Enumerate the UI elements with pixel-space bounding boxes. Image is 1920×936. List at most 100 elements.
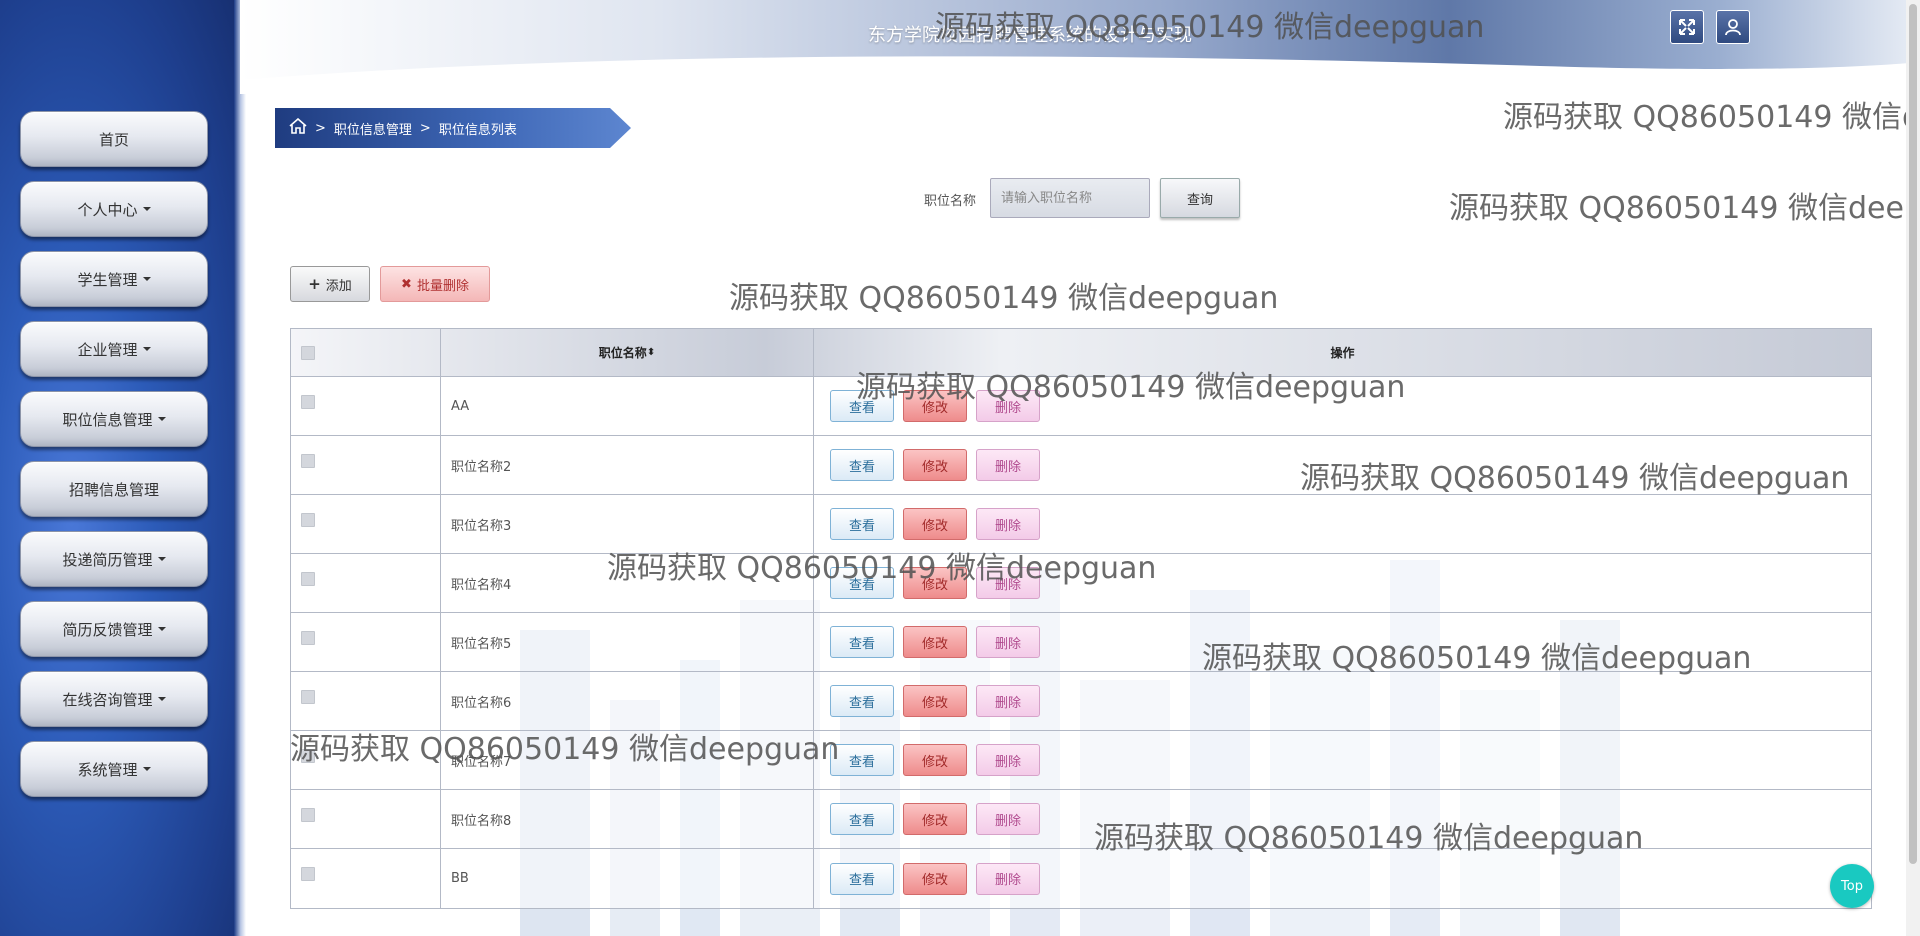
table-row: AA 查看 修改 删除: [291, 377, 1871, 436]
ops-cell: 查看 修改 删除: [814, 613, 1871, 671]
row-checkbox[interactable]: [301, 867, 315, 881]
scrollbar[interactable]: [1906, 0, 1920, 936]
chevron-down-icon: [142, 347, 151, 351]
sidebar-item[interactable]: 在线咨询管理: [20, 671, 208, 727]
select-all-checkbox-cell: [291, 329, 441, 376]
ops-cell: 查看 修改 删除: [814, 436, 1871, 494]
row-checkbox[interactable]: [301, 513, 315, 527]
sidebar-item[interactable]: 系统管理: [20, 741, 208, 797]
row-checkbox[interactable]: [301, 690, 315, 704]
plus-icon: +: [308, 275, 321, 293]
watermark: 源码获取 QQ86050149 微信deepguan: [1449, 191, 1920, 226]
chevron-down-icon: [157, 417, 166, 421]
row-checkbox-cell: [291, 554, 441, 612]
breadcrumb-separator: >: [315, 120, 326, 136]
add-button[interactable]: + 添加: [290, 266, 370, 302]
back-to-top-button[interactable]: Top: [1830, 864, 1874, 908]
row-checkbox[interactable]: [301, 454, 315, 468]
view-button[interactable]: 查看: [830, 685, 894, 717]
sidebar-item-label: 简历反馈管理: [62, 620, 153, 639]
edit-button[interactable]: 修改: [903, 744, 967, 776]
row-checkbox[interactable]: [301, 395, 315, 409]
table-row: 职位名称2 查看 修改 删除: [291, 436, 1871, 495]
column-header-ops: 操作: [1330, 346, 1355, 360]
delete-button[interactable]: 删除: [976, 567, 1040, 599]
sidebar-item[interactable]: 简历反馈管理: [20, 601, 208, 657]
batch-delete-label: 批量删除: [416, 278, 469, 294]
view-button[interactable]: 查看: [830, 862, 894, 895]
column-header-name[interactable]: 职位名称 ⬍: [441, 329, 814, 376]
chevron-down-icon: [157, 557, 166, 561]
job-name-cell: 职位名称6: [441, 672, 814, 730]
table-header: 职位名称 ⬍ 操作: [291, 329, 1871, 377]
delete-button[interactable]: 删除: [976, 803, 1040, 835]
select-all-checkbox[interactable]: [301, 345, 315, 360]
batch-delete-button[interactable]: ✖ 批量删除: [380, 266, 490, 302]
view-button[interactable]: 查看: [830, 744, 894, 776]
table-row: 职位名称6 查看 修改 删除: [291, 672, 1871, 731]
user-icon[interactable]: [1716, 10, 1750, 44]
ops-cell: 查看 修改 删除: [814, 495, 1871, 553]
table-row: BB 查看 修改 删除: [291, 849, 1871, 908]
fullscreen-icon[interactable]: [1670, 10, 1704, 44]
row-checkbox[interactable]: [301, 749, 315, 763]
sort-icon[interactable]: ⬍: [647, 347, 655, 358]
table-row: 职位名称7 查看 修改 删除: [291, 731, 1871, 790]
sidebar-item[interactable]: 投递简历管理: [20, 531, 208, 587]
edit-button[interactable]: 修改: [903, 508, 967, 540]
view-button[interactable]: 查看: [830, 626, 894, 658]
job-name-cell: BB: [441, 849, 814, 908]
edit-button[interactable]: 修改: [903, 685, 967, 717]
row-checkbox[interactable]: [301, 572, 315, 586]
breadcrumb-separator: >: [419, 120, 431, 136]
edit-button[interactable]: 修改: [903, 803, 967, 835]
breadcrumb-level1[interactable]: 职位信息管理: [334, 119, 412, 138]
delete-button[interactable]: 删除: [976, 390, 1040, 422]
header-wave: [240, 56, 1920, 94]
view-button[interactable]: 查看: [830, 390, 894, 422]
edit-button[interactable]: 修改: [903, 390, 967, 422]
chevron-down-icon: [142, 207, 151, 211]
ops-cell: 查看 修改 删除: [814, 672, 1871, 730]
sidebar-item-label: 企业管理: [77, 340, 138, 359]
job-name-cell: AA: [441, 377, 814, 435]
search-input[interactable]: [990, 178, 1150, 218]
job-table: 职位名称 ⬍ 操作 AA 查看 修改 删除 职位名称2 查看 修改 删除 职位名称3 查看 修改 删除职…: [290, 328, 1872, 909]
sidebar-item[interactable]: 招聘信息管理: [20, 461, 208, 517]
query-button[interactable]: 查询: [1160, 178, 1240, 218]
delete-button[interactable]: 删除: [976, 862, 1040, 895]
delete-button[interactable]: 删除: [976, 685, 1040, 717]
chevron-down-icon: [157, 627, 166, 631]
chevron-down-icon: [157, 697, 166, 701]
view-button[interactable]: 查看: [830, 508, 894, 540]
view-button[interactable]: 查看: [830, 449, 894, 481]
delete-button[interactable]: 删除: [976, 449, 1040, 481]
sidebar-item[interactable]: 个人中心: [20, 181, 208, 237]
sidebar-item-label: 首页: [98, 130, 129, 149]
sidebar-item[interactable]: 学生管理: [20, 251, 208, 307]
edit-button[interactable]: 修改: [903, 449, 967, 481]
sidebar-item[interactable]: 企业管理: [20, 321, 208, 377]
sidebar-item-label: 学生管理: [77, 270, 138, 289]
edit-button[interactable]: 修改: [903, 626, 967, 658]
delete-button[interactable]: 删除: [976, 744, 1040, 776]
sidebar-item[interactable]: 职位信息管理: [20, 391, 208, 447]
sidebar-item-label: 招聘信息管理: [68, 480, 159, 499]
edit-button[interactable]: 修改: [903, 567, 967, 599]
edit-button[interactable]: 修改: [903, 862, 967, 895]
delete-button[interactable]: 删除: [976, 508, 1040, 540]
delete-button[interactable]: 删除: [976, 626, 1040, 658]
home-icon[interactable]: [289, 117, 307, 138]
chevron-down-icon: [142, 767, 151, 771]
view-button[interactable]: 查看: [830, 567, 894, 599]
chevron-down-icon: [142, 277, 151, 281]
row-checkbox[interactable]: [301, 631, 315, 645]
table-row: 职位名称3 查看 修改 删除: [291, 495, 1871, 554]
scrollbar-thumb[interactable]: [1909, 4, 1917, 864]
row-checkbox-cell: [291, 495, 441, 553]
app-title: 东方学院校园招聘管理系统的设计与实现: [868, 25, 1192, 46]
sidebar-item[interactable]: 首页: [20, 111, 208, 167]
view-button[interactable]: 查看: [830, 803, 894, 835]
row-checkbox[interactable]: [301, 808, 315, 822]
close-icon: ✖: [401, 276, 412, 292]
